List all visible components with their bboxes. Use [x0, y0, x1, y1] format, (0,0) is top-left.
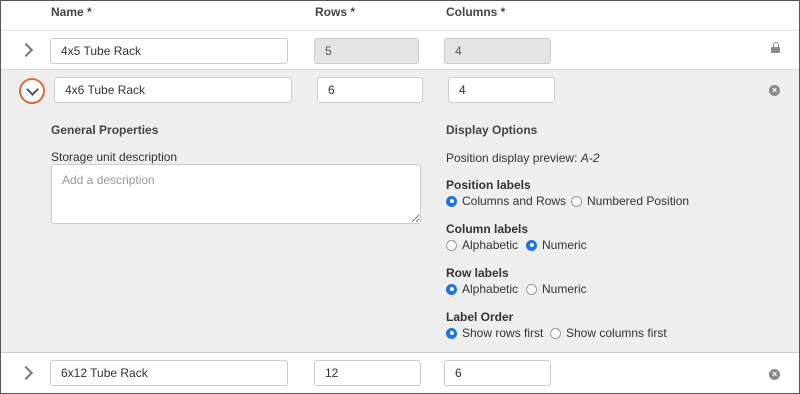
column-header-rows: Rows *: [315, 5, 356, 19]
unit-name-input[interactable]: 4x6 Tube Rack: [54, 77, 292, 103]
unit-columns-input[interactable]: 4: [448, 77, 555, 103]
radio-unselected-icon[interactable]: [550, 327, 561, 339]
radio-selected-icon[interactable]: [526, 239, 537, 251]
radio-columns-and-rows[interactable]: Columns and Rows: [446, 194, 566, 208]
radio-selected-icon[interactable]: [446, 327, 457, 339]
radio-selected-icon[interactable]: [446, 195, 457, 207]
unit-columns-input: 4: [444, 38, 551, 64]
radio-numbered-position[interactable]: Numbered Position: [571, 194, 689, 208]
radio-row-alphabetic[interactable]: Alphabetic: [446, 282, 518, 296]
position-preview-label: Position display preview:: [446, 151, 578, 165]
column-header-name: Name *: [51, 5, 92, 19]
description-textarea[interactable]: [51, 164, 421, 224]
radio-unselected-icon[interactable]: [571, 195, 582, 207]
radio-unselected-icon[interactable]: [446, 239, 457, 251]
lock-icon: [771, 42, 780, 53]
label-order-title: Label Order: [446, 310, 514, 324]
chevron-right-icon[interactable]: [18, 365, 34, 381]
collapse-button[interactable]: [19, 78, 45, 104]
radio-show-columns-first[interactable]: Show columns first: [550, 326, 667, 340]
unit-name-input[interactable]: 4x5 Tube Rack: [50, 38, 288, 64]
position-preview: Position display preview: A-2: [446, 151, 599, 165]
general-properties-title: General Properties: [51, 123, 159, 137]
unit-rows-input: 5: [314, 38, 419, 64]
radio-selected-icon[interactable]: [446, 283, 457, 295]
radio-column-alphabetic[interactable]: Alphabetic: [446, 238, 518, 252]
description-label: Storage unit description: [51, 150, 178, 164]
storage-unit-row: 6x12 Tube Rack 12 6 ×: [1, 353, 799, 393]
radio-show-rows-first[interactable]: Show rows first: [446, 326, 543, 340]
chevron-right-icon[interactable]: [18, 42, 34, 58]
radio-row-numeric[interactable]: Numeric: [526, 282, 587, 296]
unit-rows-input[interactable]: 12: [314, 360, 421, 386]
unit-name-input[interactable]: 6x12 Tube Rack: [50, 360, 288, 386]
remove-icon[interactable]: ×: [769, 369, 780, 380]
remove-icon[interactable]: ×: [769, 85, 780, 96]
row-labels-title: Row labels: [446, 266, 509, 280]
position-preview-value: A-2: [580, 151, 600, 165]
column-labels-title: Column labels: [446, 222, 529, 236]
unit-columns-input[interactable]: 6: [444, 360, 551, 386]
storage-units-editor: Name * Rows * Columns * 4x5 Tube Rack 5 …: [0, 0, 800, 394]
column-header-columns: Columns *: [446, 5, 506, 19]
radio-column-numeric[interactable]: Numeric: [526, 238, 587, 252]
chevron-down-icon: [26, 83, 39, 96]
unit-rows-input[interactable]: 6: [317, 77, 423, 103]
position-labels-title: Position labels: [446, 178, 531, 192]
display-options-title: Display Options: [446, 123, 538, 137]
storage-unit-row-expanded: 4x6 Tube Rack 6 4 × General Properties S…: [1, 69, 799, 353]
radio-unselected-icon[interactable]: [526, 283, 537, 295]
storage-unit-row: 4x5 Tube Rack 5 4: [1, 30, 799, 69]
